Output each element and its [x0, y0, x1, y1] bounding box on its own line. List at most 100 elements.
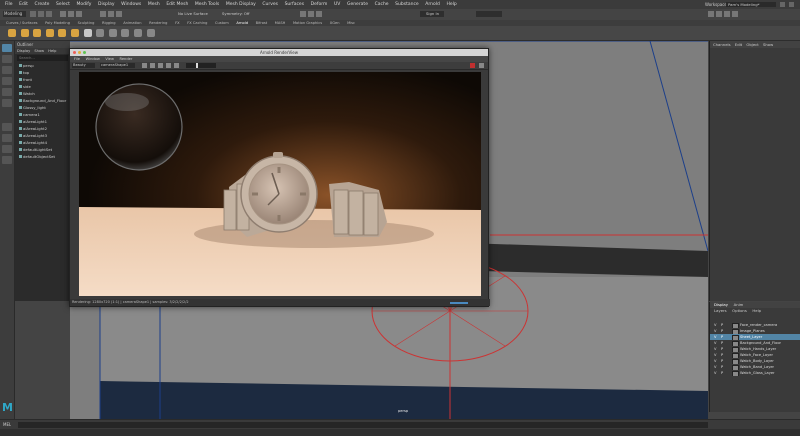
layer-menu-options[interactable]: Options — [732, 308, 747, 314]
outliner-menu-help[interactable]: Help — [48, 49, 56, 53]
live-surface-label[interactable]: No Live Surface — [178, 11, 208, 17]
menu-help[interactable]: Help — [446, 0, 456, 9]
render-view-icon[interactable] — [8, 29, 16, 37]
layer-menu-layers[interactable]: Layers — [714, 308, 727, 314]
sign-in-button[interactable]: Sign In — [420, 11, 444, 17]
select-component-icon[interactable] — [76, 11, 82, 17]
crop-region-icon[interactable] — [158, 63, 163, 68]
outliner-item[interactable]: side — [15, 83, 70, 90]
layer-playback-toggle[interactable]: P — [721, 370, 723, 376]
menu-display[interactable]: Display — [98, 0, 115, 9]
single-pane-layout-icon[interactable] — [2, 123, 12, 131]
search-field[interactable] — [476, 11, 502, 17]
rotate-tool-icon[interactable] — [2, 88, 12, 96]
persp-outliner-layout-icon[interactable] — [2, 156, 12, 164]
tool-settings-icon[interactable] — [724, 11, 730, 17]
outliner-item[interactable]: aiAreaLight3 — [15, 132, 70, 139]
flush-caches-icon[interactable] — [133, 29, 142, 37]
menu-mesh[interactable]: Mesh — [148, 0, 160, 9]
attribute-editor-icon[interactable] — [716, 11, 722, 17]
menu-deform[interactable]: Deform — [311, 0, 328, 9]
window-minimize-icon[interactable] — [78, 51, 81, 54]
outliner-item[interactable]: defaultObjectSet — [15, 153, 70, 160]
workspace-select[interactable]: Pam's Modeling* — [726, 2, 776, 7]
physical-sky-icon[interactable] — [83, 29, 92, 37]
new-scene-icon[interactable] — [30, 11, 36, 17]
mode-selector[interactable]: Modeling — [3, 11, 26, 17]
menu-file[interactable]: File — [5, 0, 13, 9]
window-zoom-icon[interactable] — [83, 51, 86, 54]
render-view-titlebar[interactable]: Arnold RenderView — [70, 49, 488, 56]
outliner-item[interactable]: persp — [15, 62, 70, 69]
channel-menu-edit[interactable]: Edit — [735, 42, 742, 47]
layer-row[interactable]: V P Watch_Glass_Layer — [710, 370, 800, 376]
outliner-item[interactable]: front — [15, 76, 70, 83]
curve-collector-icon[interactable] — [121, 29, 130, 37]
rendered-image[interactable] — [79, 72, 481, 296]
minimize-icon[interactable] — [780, 2, 785, 7]
menu-modify[interactable]: Modify — [76, 0, 91, 9]
mesh-light-icon[interactable] — [45, 29, 54, 37]
open-scene-icon[interactable] — [38, 11, 44, 17]
menu-arnold[interactable]: Arnold — [425, 0, 440, 9]
paint-select-icon[interactable] — [2, 66, 12, 74]
channel-menu-channels[interactable]: Channels — [713, 42, 731, 47]
menu-edit-mesh[interactable]: Edit Mesh — [166, 0, 188, 9]
channel-menu-show[interactable]: Show — [763, 42, 773, 47]
channel-menu-object[interactable]: Object — [746, 42, 758, 47]
outliner-menu-display[interactable]: Display — [17, 49, 30, 53]
menu-cache[interactable]: Cache — [375, 0, 389, 9]
outliner-item[interactable]: Watch — [15, 90, 70, 97]
render-settings-icon[interactable] — [479, 63, 484, 68]
channel-box-icon[interactable] — [732, 11, 738, 17]
display-mode-select[interactable]: Beauty — [72, 63, 95, 68]
exposure-slider-handle[interactable] — [196, 63, 198, 68]
license-icon[interactable] — [146, 29, 155, 37]
select-tool-icon[interactable] — [2, 44, 12, 52]
lasso-tool-icon[interactable] — [2, 55, 12, 63]
save-scene-icon[interactable] — [46, 11, 52, 17]
menu-substance[interactable]: Substance — [395, 0, 419, 9]
photometric-light-icon[interactable] — [58, 29, 67, 37]
layer-visibility-toggle[interactable]: V — [714, 370, 716, 376]
menu-generate[interactable]: Generate — [347, 0, 368, 9]
outliner-item[interactable]: Glossy_light — [15, 104, 70, 111]
snap-curve-icon[interactable] — [108, 11, 114, 17]
outliner-item[interactable]: aiAreaLight1 — [15, 118, 70, 125]
symmetry-label[interactable]: Symmetry: Off — [222, 11, 250, 17]
render-play-icon[interactable] — [142, 63, 147, 68]
outliner-search-input[interactable]: Search... — [17, 55, 68, 61]
ipr-render-icon[interactable] — [308, 11, 314, 17]
camera-select[interactable]: cameraShape1 — [100, 63, 135, 68]
close-icon[interactable] — [789, 2, 794, 7]
snap-point-icon[interactable] — [116, 11, 122, 17]
light-portal-icon[interactable] — [70, 29, 79, 37]
scale-tool-icon[interactable] — [2, 99, 12, 107]
exposure-slider[interactable] — [186, 63, 216, 68]
stop-render-icon[interactable] — [470, 63, 475, 68]
menu-surfaces[interactable]: Surfaces — [285, 0, 305, 9]
outliner-menu-show[interactable]: Show — [34, 49, 44, 53]
move-tool-icon[interactable] — [2, 77, 12, 85]
channel-rgb-icon[interactable] — [174, 63, 179, 68]
snap-grid-icon[interactable] — [100, 11, 106, 17]
menu-create[interactable]: Create — [34, 0, 49, 9]
outliner-item[interactable]: camera1 — [15, 111, 70, 118]
select-object-icon[interactable] — [68, 11, 74, 17]
render-refresh-icon[interactable] — [150, 63, 155, 68]
outliner-item[interactable]: aiAreaLight4 — [15, 139, 70, 146]
outliner-item[interactable]: aiAreaLight2 — [15, 125, 70, 132]
window-close-icon[interactable] — [73, 51, 76, 54]
command-input[interactable] — [18, 422, 708, 428]
standin-icon[interactable] — [108, 29, 117, 37]
select-hierarchy-icon[interactable] — [60, 11, 66, 17]
outliner-item[interactable]: defaultLightSet — [15, 146, 70, 153]
area-light-icon[interactable] — [20, 29, 29, 37]
render-settings-icon[interactable] — [316, 11, 322, 17]
outliner-item[interactable]: top — [15, 69, 70, 76]
render-icon[interactable] — [300, 11, 306, 17]
menu-mesh-display[interactable]: Mesh Display — [226, 0, 256, 9]
mel-label[interactable]: MEL — [3, 422, 11, 428]
layer-color-swatch[interactable] — [732, 371, 739, 376]
color-picker-icon[interactable] — [166, 63, 171, 68]
